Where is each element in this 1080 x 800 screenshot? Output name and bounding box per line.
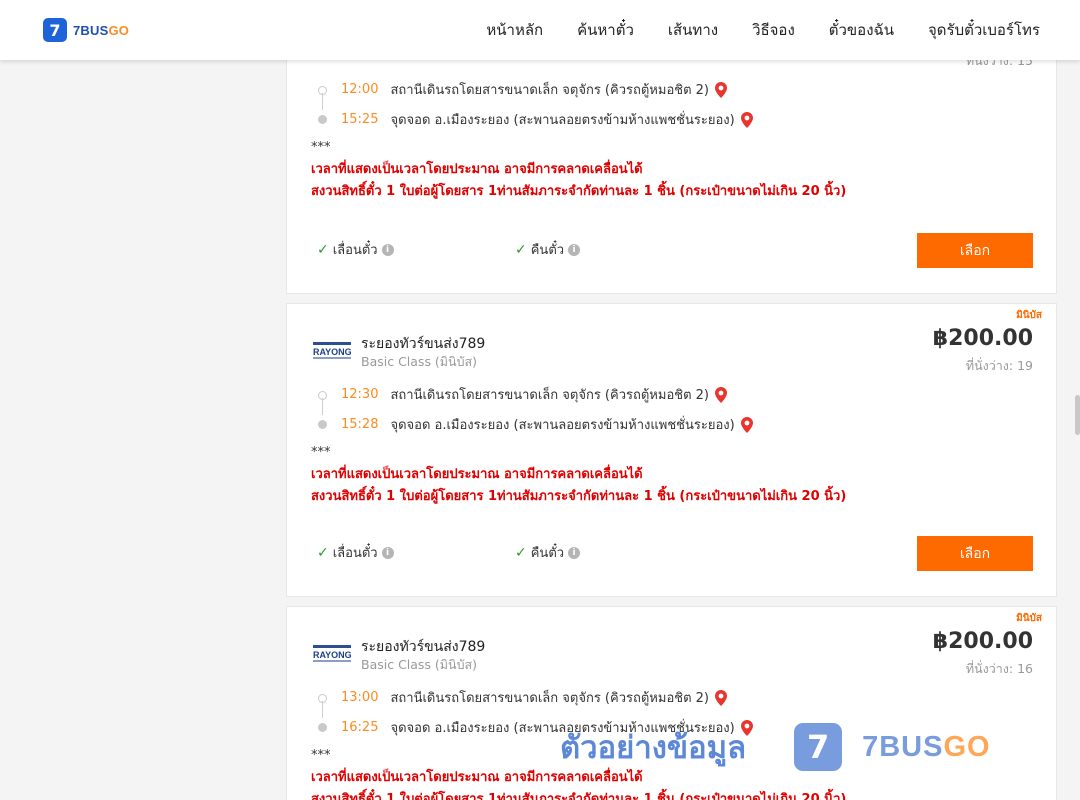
info-icon[interactable]: i: [381, 546, 394, 559]
check-icon: ✓: [317, 241, 329, 258]
departure-stop: 13:00 สถานีเดินรถโดยสารขนาดเล็ก จตุจักร …: [341, 687, 727, 708]
arrival-stop: 15:25 จุดจอด อ.เมืองระยอง (สะพานลอยตรงข้…: [341, 109, 753, 130]
timeline-line: [322, 93, 323, 110]
policy-reschedule: ✓ เลื่อนตั๋ว i: [317, 542, 515, 563]
departure-time: 13:00: [341, 690, 379, 705]
map-pin-icon[interactable]: [715, 81, 727, 98]
operator-logo: RAYONG: [313, 645, 351, 662]
policy-refund: ✓ คืนตั๋ว i: [515, 239, 713, 260]
top-navbar: 7 7BUSGO หน้าหลัก ค้นหาตั๋ว เส้นทาง วิธี…: [0, 0, 1080, 60]
nav-routes[interactable]: เส้นทาง: [668, 18, 718, 42]
policy-reschedule-label: เลื่อนตั๋ว: [332, 546, 378, 561]
info-icon[interactable]: i: [381, 243, 394, 256]
departure-place: สถานีเดินรถโดยสารขนาดเล็ก จตุจักร (คิวรถ…: [390, 83, 709, 98]
ticket-policies: ✓ เลื่อนตั๋ว i ✓ คืนตั๋ว i: [317, 542, 713, 563]
arrival-time: 15:25: [341, 112, 379, 127]
nav-ticket-pickup-phone[interactable]: จุดรับตั๋วเบอร์โทร: [928, 18, 1040, 42]
vehicle-type-badge: มินิบัส: [1016, 310, 1042, 321]
arrival-stop: 15:28 จุดจอด อ.เมืองระยอง (สะพานลอยตรงข้…: [341, 414, 753, 435]
logo-mark-icon: 7: [43, 18, 67, 42]
logo-wordmark: 7BUSGO: [73, 22, 130, 38]
policy-refund-label: คืนตั๋ว: [530, 546, 565, 561]
notes-time-disclaimer: เวลาที่แสดงเป็นเวลาโดยประมาณ อาจมีการคลา…: [311, 770, 643, 785]
check-icon: ✓: [515, 544, 527, 561]
timeline-line: [322, 398, 323, 415]
map-pin-icon[interactable]: [740, 111, 753, 128]
select-trip-button[interactable]: เลือก: [917, 233, 1033, 268]
main-nav: หน้าหลัก ค้นหาตั๋ว เส้นทาง วิธีจอง ตั๋วข…: [486, 0, 1040, 60]
arrival-dot: [318, 723, 327, 732]
ticket-price: ฿200.00: [932, 326, 1033, 351]
map-pin-icon[interactable]: [740, 719, 753, 736]
available-seats: ที่นั่งว่าง: 19: [965, 358, 1033, 373]
vehicle-type-badge: มินิบัส: [1016, 613, 1042, 624]
info-icon[interactable]: i: [568, 546, 581, 559]
policy-reschedule-label: เลื่อนตั๋ว: [332, 243, 378, 258]
trip-card: มินิบัส RAYONG ระยองทัวร์ขนส่ง789 Basic …: [286, 606, 1057, 800]
notes-time-disclaimer: เวลาที่แสดงเป็นเวลาโดยประมาณ อาจมีการคลา…: [311, 162, 643, 177]
page-scrollbar[interactable]: [1075, 395, 1080, 435]
trip-notes: *** เวลาที่แสดงเป็นเวลาโดยประมาณ อาจมีกา…: [311, 442, 846, 508]
notes-luggage-policy: สงวนสิทธิ์ตั๋ว 1 ใบต่อผู้โดยสาร 1ท่านสัม…: [311, 184, 847, 199]
notes-time-disclaimer: เวลาที่แสดงเป็นเวลาโดยประมาณ อาจมีการคลา…: [311, 467, 643, 482]
route-timeline: 12:30 สถานีเดินรถโดยสารขนาดเล็ก จตุจักร …: [311, 384, 871, 444]
departure-place: สถานีเดินรถโดยสารขนาดเล็ก จตุจักร (คิวรถ…: [390, 388, 709, 403]
arrival-place: จุดจอด อ.เมืองระยอง (สะพานลอยตรงข้ามห้าง…: [390, 721, 735, 736]
ticket-price: ฿200.00: [932, 629, 1033, 654]
notes-marker: ***: [311, 748, 331, 763]
arrival-dot: [318, 115, 327, 124]
check-icon: ✓: [515, 241, 527, 258]
departure-stop: 12:00 สถานีเดินรถโดยสารขนาดเล็ก จตุจักร …: [341, 79, 727, 100]
nav-my-tickets[interactable]: ตั๋วของฉัน: [829, 18, 894, 42]
notes-marker: ***: [311, 140, 331, 155]
policy-refund: ✓ คืนตั๋ว i: [515, 542, 713, 563]
trip-card: มินิบัส RAYONG ระยองทัวร์ขนส่ง789 Basic …: [286, 303, 1057, 597]
notes-marker: ***: [311, 445, 331, 460]
select-trip-button[interactable]: เลือก: [917, 536, 1033, 571]
timeline-line: [322, 701, 323, 718]
bus-class: Basic Class (มินิบัส): [361, 354, 478, 369]
ticket-policies: ✓ เลื่อนตั๋ว i ✓ คืนตั๋ว i: [317, 239, 713, 260]
map-pin-icon[interactable]: [740, 416, 753, 433]
notes-luggage-policy: สงวนสิทธิ์ตั๋ว 1 ใบต่อผู้โดยสาร 1ท่านสัม…: [311, 792, 847, 800]
map-pin-icon[interactable]: [715, 689, 727, 706]
nav-home[interactable]: หน้าหลัก: [486, 18, 543, 42]
trip-notes: *** เวลาที่แสดงเป็นเวลาโดยประมาณ อาจมีกา…: [311, 745, 846, 800]
bus-class: Basic Class (มินิบัส): [361, 657, 478, 672]
notes-luggage-policy: สงวนสิทธิ์ตั๋ว 1 ใบต่อผู้โดยสาร 1ท่านสัม…: [311, 489, 847, 504]
arrival-time: 15:28: [341, 417, 379, 432]
operator-logo: RAYONG: [313, 342, 351, 359]
policy-refund-label: คืนตั๋ว: [530, 243, 565, 258]
svg-text:RAYONG: RAYONG: [313, 650, 351, 660]
nav-how-to-book[interactable]: วิธีจอง: [752, 18, 795, 42]
departure-place: สถานีเดินรถโดยสารขนาดเล็ก จตุจักร (คิวรถ…: [390, 691, 709, 706]
arrival-stop: 16:25 จุดจอด อ.เมืองระยอง (สะพานลอยตรงข้…: [341, 717, 753, 738]
check-icon: ✓: [317, 544, 329, 561]
departure-time: 12:30: [341, 387, 379, 402]
available-seats: ที่นั่งว่าง: 16: [965, 661, 1033, 676]
arrival-place: จุดจอด อ.เมืองระยอง (สะพานลอยตรงข้ามห้าง…: [390, 418, 735, 433]
arrival-time: 16:25: [341, 720, 379, 735]
info-icon[interactable]: i: [568, 243, 581, 256]
arrival-place: จุดจอด อ.เมืองระยอง (สะพานลอยตรงข้ามห้าง…: [390, 113, 735, 128]
departure-time: 12:00: [341, 82, 379, 97]
departure-stop: 12:30 สถานีเดินรถโดยสารขนาดเล็ก จตุจักร …: [341, 384, 727, 405]
nav-search-ticket[interactable]: ค้นหาตั๋ว: [577, 18, 634, 42]
site-logo[interactable]: 7 7BUSGO: [43, 18, 129, 42]
route-timeline: 13:00 สถานีเดินรถโดยสารขนาดเล็ก จตุจักร …: [311, 687, 871, 747]
route-timeline: 12:00 สถานีเดินรถโดยสารขนาดเล็ก จตุจักร …: [311, 79, 871, 139]
arrival-dot: [318, 420, 327, 429]
policy-reschedule: ✓ เลื่อนตั๋ว i: [317, 239, 515, 260]
trip-notes: *** เวลาที่แสดงเป็นเวลาโดยประมาณ อาจมีกา…: [311, 137, 846, 203]
svg-text:RAYONG: RAYONG: [313, 347, 351, 357]
map-pin-icon[interactable]: [715, 386, 727, 403]
